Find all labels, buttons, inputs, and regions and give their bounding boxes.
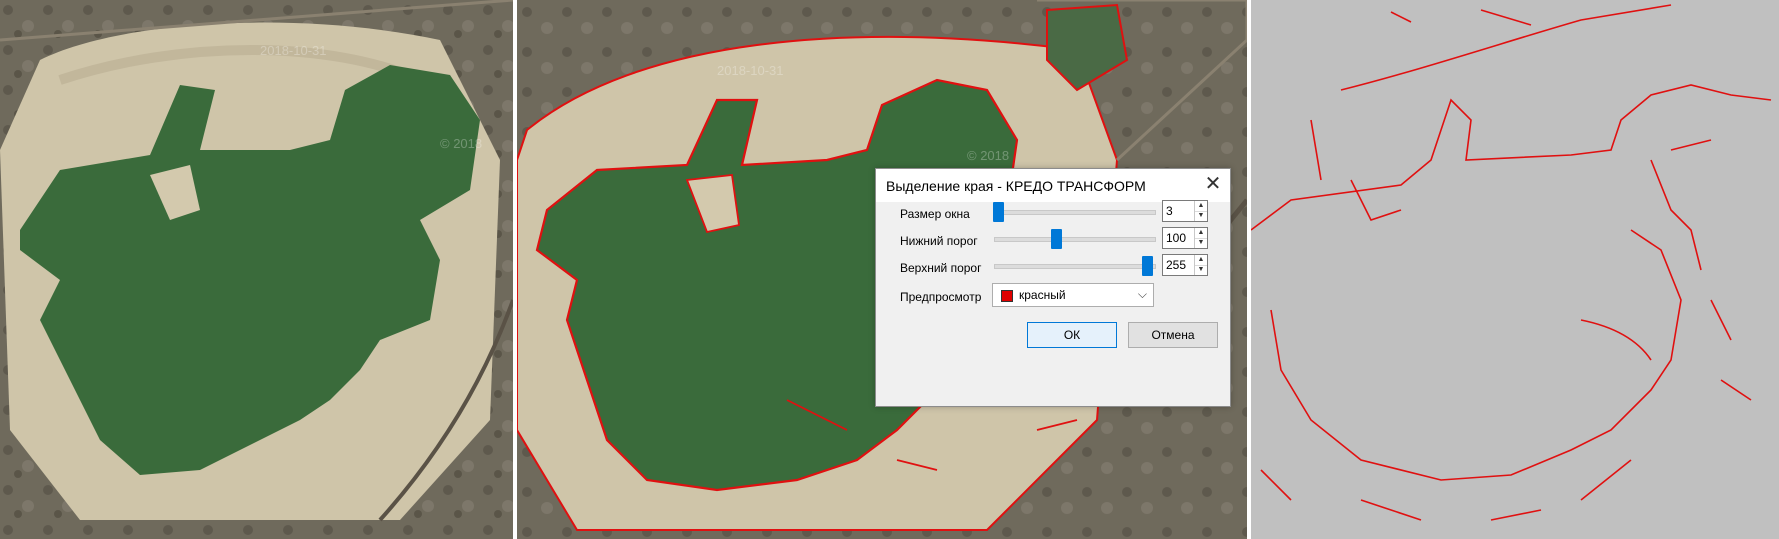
window-size-spinbox[interactable]: 3 ▲ ▼ (1162, 200, 1208, 222)
upper-threshold-slider-track[interactable] (994, 264, 1156, 269)
spin-down-icon[interactable]: ▼ (1195, 238, 1207, 248)
upper-threshold-value: 255 (1166, 258, 1187, 272)
lower-threshold-slider-thumb[interactable] (1051, 229, 1063, 249)
edges-only-image (1251, 0, 1779, 539)
upper-threshold-label: Верхний порог (900, 261, 982, 275)
window-size-label: Размер окна (900, 207, 970, 221)
upper-threshold-spinbox[interactable]: 255 ▲ ▼ (1162, 254, 1208, 276)
color-swatch (1001, 290, 1013, 302)
preview-color-value: красный (1019, 288, 1066, 302)
window-size-slider-track[interactable] (994, 210, 1156, 215)
original-satellite-image: 2018-10-31 © 2018 (0, 0, 513, 539)
chevron-down-icon: ⌵ (1137, 287, 1147, 301)
preview-label: Предпросмотр (900, 290, 982, 304)
spin-down-icon[interactable]: ▼ (1195, 265, 1207, 275)
edge-detection-dialog: Выделение края - КРЕДО ТРАНСФОРМ ✕ Разме… (875, 168, 1231, 407)
watermark-date: 2018-10-31 (260, 43, 327, 58)
watermark-copyright: © 2018 (967, 148, 1009, 163)
preview-color-select[interactable]: красный ⌵ (992, 283, 1154, 307)
upper-threshold-slider-thumb[interactable] (1142, 256, 1153, 276)
dialog-titlebar: Выделение края - КРЕДО ТРАНСФОРМ ✕ (876, 169, 1230, 202)
spin-down-icon[interactable]: ▼ (1195, 211, 1207, 221)
window-size-slider-thumb[interactable] (993, 202, 1004, 222)
close-icon[interactable]: ✕ (1196, 169, 1230, 202)
ok-button[interactable]: ОК (1027, 322, 1117, 348)
watermark-copyright: © 2018 (440, 136, 482, 151)
lower-threshold-label: Нижний порог (900, 234, 978, 248)
lower-threshold-value: 100 (1166, 231, 1187, 245)
cancel-button[interactable]: Отмена (1128, 322, 1218, 348)
lower-threshold-slider-track[interactable] (994, 237, 1156, 242)
lower-threshold-spinbox[interactable]: 100 ▲ ▼ (1162, 227, 1208, 249)
watermark-date: 2018-10-31 (717, 63, 784, 78)
dialog-title: Выделение края - КРЕДО ТРАНСФОРМ (886, 178, 1146, 194)
window-size-value: 3 (1166, 204, 1173, 218)
